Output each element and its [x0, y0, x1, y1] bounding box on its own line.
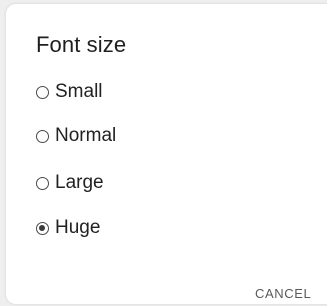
- radio-unchecked-icon[interactable]: [36, 129, 49, 143]
- option-label: Large: [55, 172, 104, 193]
- option-label: Small: [55, 81, 103, 102]
- radio-checked-icon[interactable]: [36, 221, 49, 235]
- option-normal[interactable]: Normal: [36, 122, 116, 150]
- font-size-dialog: Font size Small Normal Large Huge: [6, 4, 327, 304]
- cancel-button[interactable]: CANCEL: [255, 286, 311, 301]
- option-label: Huge: [55, 217, 101, 238]
- dialog-title: Font size: [36, 32, 127, 57]
- screen-background: Font size Small Normal Large Huge CANCEL: [0, 0, 327, 306]
- option-small[interactable]: Small: [36, 78, 103, 106]
- option-large[interactable]: Large: [36, 169, 104, 197]
- option-huge[interactable]: Huge: [36, 214, 100, 242]
- radio-unchecked-icon[interactable]: [36, 176, 49, 190]
- option-label: Normal: [55, 125, 117, 146]
- radio-unchecked-icon[interactable]: [36, 85, 49, 99]
